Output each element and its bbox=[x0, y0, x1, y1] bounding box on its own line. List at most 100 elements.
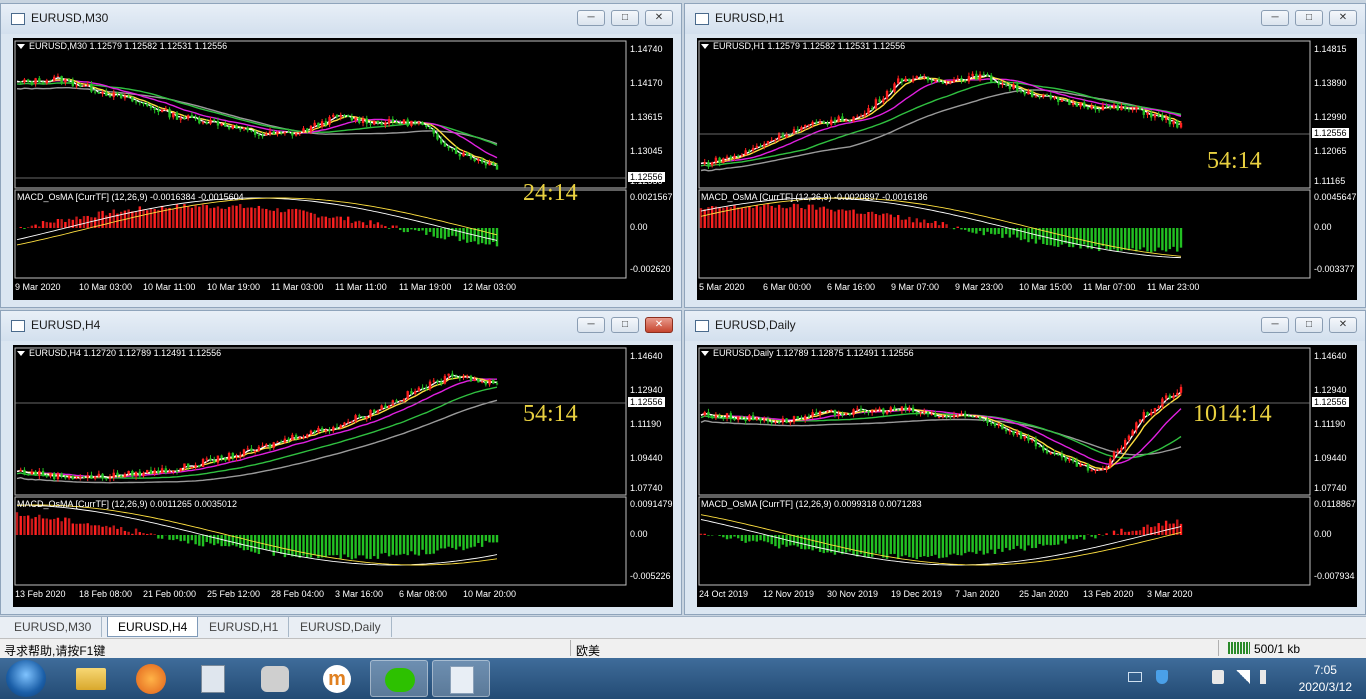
macd-bar bbox=[108, 527, 112, 535]
taskbar-calculator[interactable] bbox=[184, 660, 242, 697]
candle-body bbox=[1127, 108, 1131, 110]
candle-body bbox=[343, 422, 346, 426]
maximize-button[interactable]: □ bbox=[611, 10, 639, 26]
tab-eurusd-m30[interactable]: EURUSD,M30 bbox=[4, 617, 103, 637]
minimize-button[interactable]: ─ bbox=[1261, 10, 1289, 26]
minimize-button[interactable]: ─ bbox=[577, 10, 605, 26]
macd-bar bbox=[19, 226, 22, 228]
candle-body bbox=[1023, 436, 1026, 439]
macd-bar bbox=[893, 535, 896, 554]
candle-body bbox=[454, 376, 458, 378]
macd-bar bbox=[770, 205, 773, 228]
candle-body bbox=[781, 132, 785, 138]
candle-body bbox=[1109, 106, 1112, 108]
macd-bar bbox=[941, 535, 945, 558]
dropdown-triangle-icon[interactable] bbox=[17, 44, 25, 49]
chart-plot-area[interactable]: EURUSD,H4 1.12720 1.12789 1.12491 1.1255… bbox=[13, 345, 673, 607]
macd-bar bbox=[395, 225, 398, 228]
candle-body bbox=[373, 409, 376, 413]
candle-body bbox=[1027, 91, 1030, 95]
macd-bar bbox=[112, 209, 115, 228]
macd-bar bbox=[417, 228, 421, 232]
window-titlebar[interactable]: EURUSD,H1 ─ □ ✕ bbox=[685, 4, 1365, 34]
candle-body bbox=[1120, 447, 1123, 451]
macd-bar bbox=[306, 535, 309, 558]
system-tray: 7:05 2020/3/12 bbox=[1106, 658, 1366, 699]
time-axis-label: 10 Mar 19:00 bbox=[207, 282, 261, 292]
macd-bar bbox=[1131, 530, 1134, 535]
time-axis-label: 11 Mar 19:00 bbox=[399, 282, 452, 292]
macd-bar bbox=[64, 517, 67, 535]
candle-body bbox=[183, 463, 186, 468]
maximize-button[interactable]: □ bbox=[611, 317, 639, 333]
taskbar-app-m[interactable]: m bbox=[308, 660, 366, 697]
taskbar-metatrader[interactable] bbox=[432, 660, 490, 697]
close-button[interactable]: ✕ bbox=[645, 317, 673, 333]
close-button[interactable]: ✕ bbox=[1329, 317, 1357, 333]
taskbar-wechat[interactable] bbox=[370, 660, 428, 697]
macd-bar bbox=[800, 207, 803, 228]
candle-body bbox=[915, 412, 919, 414]
window-title: EURUSD,Daily bbox=[715, 318, 796, 332]
candle-body bbox=[967, 416, 971, 418]
dropdown-triangle-icon[interactable] bbox=[701, 351, 709, 356]
minimize-button[interactable]: ─ bbox=[1261, 317, 1289, 333]
window-titlebar[interactable]: EURUSD,H4 ─ □ ✕ bbox=[1, 311, 681, 341]
candle-body bbox=[997, 424, 1000, 426]
macd-bar bbox=[863, 535, 866, 558]
macd-bar bbox=[361, 222, 365, 228]
macd-indicator-label: MACD_OsMA [CurrTF] (12,26,9) -0.0016384 … bbox=[17, 192, 244, 202]
maximize-button[interactable]: □ bbox=[1295, 317, 1323, 333]
time-axis-label: 18 Feb 08:00 bbox=[79, 589, 133, 599]
current-price-tag: 1.12556 bbox=[1312, 128, 1349, 138]
close-button[interactable]: ✕ bbox=[1329, 10, 1357, 26]
network-icon[interactable] bbox=[1236, 670, 1250, 684]
tab-eurusd-h4[interactable]: EURUSD,H4 bbox=[107, 617, 199, 637]
taskbar-app-gray[interactable] bbox=[246, 660, 304, 697]
candle-body bbox=[1042, 94, 1045, 98]
minimize-button[interactable]: ─ bbox=[577, 317, 605, 333]
shield-icon[interactable] bbox=[1156, 670, 1168, 684]
candle-body bbox=[1045, 94, 1049, 96]
chart-plot-area[interactable]: EURUSD,H1 1.12579 1.12582 1.12531 1.1255… bbox=[697, 38, 1357, 300]
volume-icon[interactable] bbox=[1260, 670, 1274, 684]
macd-bar bbox=[194, 205, 197, 228]
macd-bar bbox=[406, 228, 409, 233]
taskbar-clock[interactable]: 7:05 2020/3/12 bbox=[1299, 662, 1352, 696]
tab-scroll-left-icon[interactable] bbox=[1350, 620, 1360, 634]
window-titlebar[interactable]: EURUSD,M30 ─ □ ✕ bbox=[1, 4, 681, 34]
window-titlebar[interactable]: EURUSD,Daily ─ □ ✕ bbox=[685, 311, 1365, 341]
candle-body bbox=[949, 416, 952, 418]
macd-bar bbox=[837, 535, 840, 553]
chart-plot-area[interactable]: EURUSD,M30 1.12579 1.12582 1.12531 1.125… bbox=[13, 38, 673, 300]
start-button[interactable] bbox=[6, 660, 46, 697]
candle-body bbox=[990, 422, 993, 424]
taskbar-explorer[interactable] bbox=[62, 660, 120, 697]
candle-body bbox=[867, 411, 870, 413]
macd-bar bbox=[1116, 533, 1119, 535]
taskbar-app-orange[interactable] bbox=[122, 660, 180, 697]
close-button[interactable]: ✕ bbox=[645, 10, 673, 26]
tab-eurusd-h1[interactable]: EURUSD,H1 bbox=[199, 617, 290, 637]
keyboard-icon[interactable] bbox=[1128, 672, 1142, 682]
tray-app-icon[interactable] bbox=[1212, 670, 1224, 684]
chart-plot-area[interactable]: EURUSD,Daily 1.12789 1.12875 1.12491 1.1… bbox=[697, 345, 1357, 607]
candle-body bbox=[863, 409, 866, 412]
macd-bar bbox=[1001, 228, 1004, 238]
tab-eurusd-daily[interactable]: EURUSD,Daily bbox=[290, 617, 392, 637]
candle-body bbox=[425, 387, 428, 390]
macd-bar bbox=[1179, 228, 1183, 248]
macd-bar bbox=[1004, 228, 1008, 235]
maximize-button[interactable]: □ bbox=[1295, 10, 1323, 26]
dropdown-triangle-icon[interactable] bbox=[17, 351, 25, 356]
candle-body bbox=[365, 118, 368, 124]
macd-bar bbox=[239, 204, 242, 228]
candle-body bbox=[279, 441, 283, 443]
macd-bar bbox=[86, 523, 89, 535]
candle-body bbox=[703, 411, 706, 416]
chart-info-label: EURUSD,H1 1.12579 1.12582 1.12531 1.1255… bbox=[713, 41, 906, 51]
macd-bar bbox=[108, 213, 112, 228]
macd-bar bbox=[956, 535, 959, 556]
macd-bar bbox=[941, 222, 945, 228]
dropdown-triangle-icon[interactable] bbox=[701, 44, 709, 49]
